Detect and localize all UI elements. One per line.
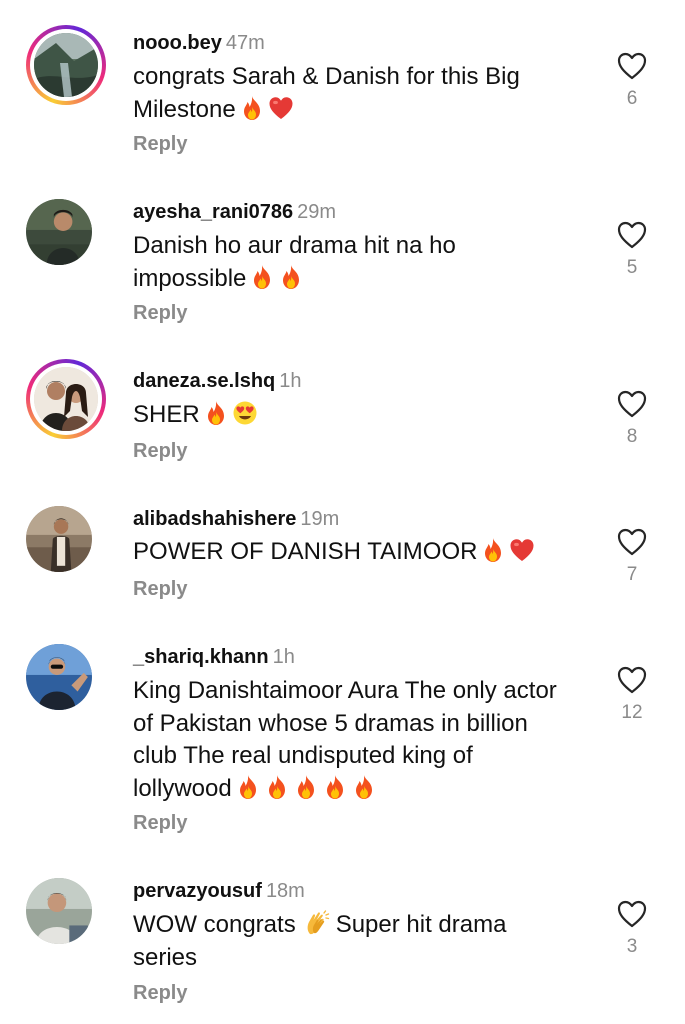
avatar[interactable] bbox=[26, 25, 106, 105]
comment-text: POWER OF DANISH TAIMOOR bbox=[133, 536, 613, 569]
username[interactable]: _shariq.khann bbox=[133, 646, 269, 668]
avatar[interactable] bbox=[26, 192, 106, 272]
like-count: 7 bbox=[626, 564, 638, 585]
like-control: 6 bbox=[612, 52, 652, 110]
timestamp: 29m bbox=[297, 201, 337, 223]
like-count: 8 bbox=[626, 426, 638, 447]
like-count: 12 bbox=[621, 702, 643, 723]
like-control: 7 bbox=[612, 528, 652, 586]
like-control: 12 bbox=[612, 666, 652, 724]
username[interactable]: nooo.bey bbox=[133, 32, 222, 54]
comment-meta: ayesha_rani0786 29m bbox=[133, 200, 336, 224]
like-control: 5 bbox=[612, 221, 652, 279]
fire-emoji bbox=[293, 774, 319, 800]
avatar-image bbox=[26, 199, 92, 265]
reply-button[interactable]: Reply bbox=[133, 132, 187, 156]
heart-outline-icon[interactable] bbox=[617, 390, 647, 418]
like-control: 8 bbox=[612, 390, 652, 448]
comment-meta: nooo.bey 47m bbox=[133, 31, 265, 55]
username[interactable]: daneza.se.lshq bbox=[133, 370, 275, 392]
heart-eyes-emoji bbox=[232, 400, 258, 426]
red-heart-emoji bbox=[268, 95, 294, 121]
heart-outline-icon[interactable] bbox=[617, 52, 647, 80]
avatar-image bbox=[26, 878, 92, 944]
fire-emoji bbox=[249, 264, 275, 290]
red-heart-emoji bbox=[509, 537, 535, 563]
fire-emoji bbox=[480, 537, 506, 563]
clapping-hands-emoji bbox=[304, 910, 330, 936]
timestamp: 1h bbox=[279, 370, 302, 392]
fire-emoji bbox=[278, 264, 304, 290]
timestamp: 47m bbox=[225, 32, 265, 54]
comment-text: Danish ho aur drama hit na ho impossible bbox=[133, 232, 456, 292]
avatar-image bbox=[34, 33, 98, 97]
avatar[interactable] bbox=[26, 499, 106, 579]
fire-emoji bbox=[235, 774, 261, 800]
timestamp: 19m bbox=[300, 508, 340, 530]
comment-meta: _shariq.khann 1h bbox=[133, 645, 295, 669]
comment-meta: pervazyousuf 18m bbox=[133, 879, 305, 903]
heart-outline-icon[interactable] bbox=[617, 666, 647, 694]
username[interactable]: alibadshahishere bbox=[133, 508, 296, 530]
comment-text: congrats Sarah & Danish for this Big Mil… bbox=[133, 63, 520, 123]
fire-emoji bbox=[322, 774, 348, 800]
timestamp: 1h bbox=[272, 646, 295, 668]
comment-meta: alibadshahishere 19m bbox=[133, 507, 339, 531]
avatar-image bbox=[26, 644, 92, 710]
comment-text: WOW congrats Super hit drama series bbox=[133, 910, 507, 971]
reply-button[interactable]: Reply bbox=[133, 981, 187, 1005]
comment-text: SHER bbox=[133, 399, 573, 432]
heart-outline-icon[interactable] bbox=[617, 528, 647, 556]
timestamp: 18m bbox=[265, 880, 305, 902]
username[interactable]: ayesha_rani0786 bbox=[133, 201, 293, 223]
fire-emoji bbox=[239, 95, 265, 121]
heart-outline-icon[interactable] bbox=[617, 221, 647, 249]
comment-text: King Danishtaimoor Aura The only actor o… bbox=[133, 677, 557, 802]
reply-button[interactable]: Reply bbox=[133, 439, 187, 463]
avatar-image bbox=[26, 506, 92, 572]
username[interactable]: pervazyousuf bbox=[133, 880, 262, 902]
avatar[interactable] bbox=[26, 637, 106, 717]
like-count: 3 bbox=[626, 936, 638, 957]
avatar-image bbox=[34, 367, 98, 431]
reply-button[interactable]: Reply bbox=[133, 811, 187, 835]
fire-emoji bbox=[264, 774, 290, 800]
reply-button[interactable]: Reply bbox=[133, 301, 187, 325]
comment-meta: daneza.se.lshq 1h bbox=[133, 369, 302, 393]
avatar[interactable] bbox=[26, 871, 106, 951]
fire-emoji bbox=[351, 774, 377, 800]
avatar[interactable] bbox=[26, 359, 106, 439]
fire-emoji bbox=[203, 400, 229, 426]
like-control: 3 bbox=[612, 900, 652, 958]
like-count: 5 bbox=[626, 257, 638, 278]
reply-button[interactable]: Reply bbox=[133, 577, 187, 601]
heart-outline-icon[interactable] bbox=[617, 900, 647, 928]
like-count: 6 bbox=[626, 88, 638, 109]
